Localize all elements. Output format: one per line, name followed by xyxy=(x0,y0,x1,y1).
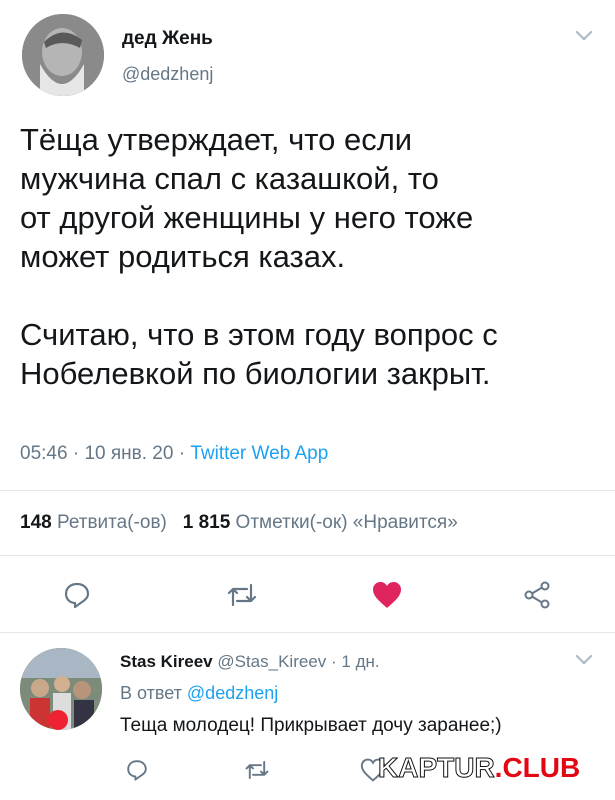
retweet-button[interactable] xyxy=(225,580,259,615)
retweets-count: 148 xyxy=(20,512,52,533)
reply-icon xyxy=(127,760,147,781)
retweet-icon xyxy=(245,761,269,779)
retweets-stat[interactable]: 148 Ретвита(-ов) xyxy=(20,512,167,533)
reply-author-name[interactable]: Stas Kireev xyxy=(120,652,213,671)
tweet-date[interactable]: 10 янв. 20 xyxy=(84,443,173,464)
tweet-source-link[interactable]: Twitter Web App xyxy=(190,443,328,464)
retweets-label: Ретвита(-ов) xyxy=(56,512,167,533)
reply-author-avatar[interactable] xyxy=(20,648,102,730)
chevron-down-icon[interactable] xyxy=(575,647,593,665)
replying-to: В ответ @dedzhenj xyxy=(120,683,278,704)
reply-text: Теща молодец! Прикрывает дочу заранее;) xyxy=(120,715,502,736)
meta-separator: · xyxy=(67,443,85,464)
reply-button[interactable] xyxy=(125,758,149,787)
likes-label: Отметки(-ок) «Нравится» xyxy=(235,512,458,533)
like-button[interactable] xyxy=(371,580,403,615)
author-name[interactable]: дед Жень xyxy=(122,28,213,50)
tweet-time[interactable]: 05:46 xyxy=(20,443,68,464)
watermark-logo: KAPTUR.CLUB xyxy=(378,752,581,784)
tweet-meta: 05:46 · 10 янв. 20 · Twitter Web App xyxy=(20,443,328,465)
reply-author-handle[interactable]: @Stas_Kireev xyxy=(217,652,326,671)
retweet-button[interactable] xyxy=(243,758,271,787)
reply-author: Stas Kireev @Stas_Kireev · 1 дн. xyxy=(120,652,380,672)
author-avatar[interactable] xyxy=(22,14,104,96)
share-icon xyxy=(524,581,550,609)
divider xyxy=(0,632,615,633)
author-handle[interactable]: @dedzhenj xyxy=(122,64,213,85)
replying-to-handle[interactable]: @dedzhenj xyxy=(187,683,278,703)
replying-to-prefix: В ответ xyxy=(120,683,182,703)
reply-button[interactable] xyxy=(62,580,92,615)
tweet-text: Тёща утверждает, что если мужчина спал с… xyxy=(20,122,498,391)
reply-icon xyxy=(64,582,90,609)
likes-stat[interactable]: 1 815 Отметки(-ок) «Нравится» xyxy=(183,512,458,533)
likes-count: 1 815 xyxy=(182,512,231,533)
watermark-part2: .CLUB xyxy=(494,752,581,783)
meta-separator: · xyxy=(326,652,342,671)
tweet-stats: 148 Ретвита(-ов) 1 815 Отметки(-ок) «Нра… xyxy=(20,512,458,534)
divider xyxy=(0,490,615,491)
watermark-part1: KAPTUR xyxy=(378,752,496,784)
share-button[interactable] xyxy=(522,580,552,615)
chevron-down-icon[interactable] xyxy=(575,23,593,41)
like-icon xyxy=(373,582,401,608)
reply-time[interactable]: 1 дн. xyxy=(341,652,379,671)
divider xyxy=(0,555,615,556)
meta-separator: · xyxy=(173,443,191,464)
retweet-icon xyxy=(227,583,257,607)
